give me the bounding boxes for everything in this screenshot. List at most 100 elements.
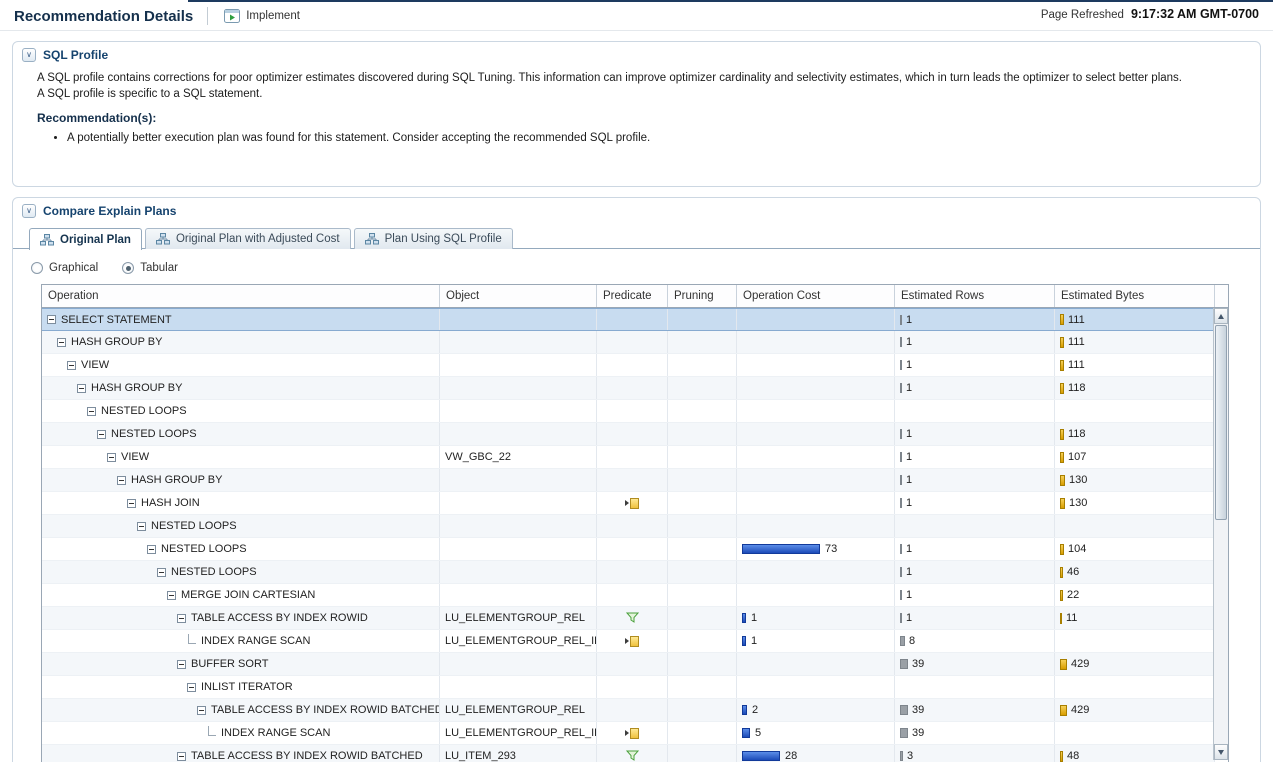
estimated-bytes-cell: 111 [1055,309,1215,330]
sql-profile-panel: SQL Profile A SQL profile contains corre… [12,41,1261,187]
scroll-track[interactable] [1214,324,1228,744]
operation-cell: VIEW [42,354,440,376]
plan-row[interactable]: TABLE ACCESS BY INDEX ROWIDLU_ELEMENTGRO… [42,607,1215,630]
collapse-sql-profile-icon[interactable] [22,48,36,62]
predicate-cell [597,630,668,652]
cost-value: 73 [825,543,837,555]
operation-cost-cell [737,309,895,330]
page-header: Recommendation Details Implement Page Re… [0,0,1273,31]
plan-row[interactable]: NESTED LOOPS731104 [42,538,1215,561]
collapse-node-icon[interactable] [167,591,176,600]
predicate-cell [597,515,668,537]
operation-label: HASH GROUP BY [91,382,183,394]
plan-row[interactable]: MERGE JOIN CARTESIAN122 [42,584,1215,607]
scroll-up-button[interactable] [1214,308,1228,324]
sql-profile-description-2: A SQL profile is specific to a SQL state… [37,87,1244,102]
object-cell [440,309,597,330]
collapse-node-icon[interactable] [177,614,186,623]
plan-row[interactable]: INDEX RANGE SCANLU_ELEMENTGROUP_REL_IDX1… [42,630,1215,653]
collapse-node-icon[interactable] [97,430,106,439]
collapse-node-icon[interactable] [57,338,66,347]
collapse-node-icon[interactable] [127,499,136,508]
predicate-filter-icon[interactable] [626,612,639,624]
predicate-note-icon[interactable] [625,498,639,509]
scroll-thumb[interactable] [1215,325,1227,520]
predicate-cell [597,653,668,675]
plan-row[interactable]: NESTED LOOPS1118 [42,423,1215,446]
rows-bar [900,659,908,669]
plan-icon [365,233,379,245]
collapse-node-icon[interactable] [87,407,96,416]
plan-row[interactable]: TABLE ACCESS BY INDEX ROWID BATCHEDLU_EL… [42,699,1215,722]
operation-cell: NESTED LOOPS [42,423,440,445]
implement-button[interactable]: Implement [220,7,304,25]
predicate-note-icon[interactable] [625,636,639,647]
object-cell [440,653,597,675]
plan-row[interactable]: VIEW1111 [42,354,1215,377]
estimated-rows-cell: 1 [895,607,1055,629]
view-option-tabular[interactable]: Tabular [122,262,178,274]
collapse-node-icon[interactable] [197,706,206,715]
radio-graphical[interactable] [31,262,43,274]
plan-row[interactable]: BUFFER SORT39429 [42,653,1215,676]
cost-value: 28 [785,750,797,762]
tab-original-plan[interactable]: Original Plan [29,228,142,250]
estimated-bytes-cell [1055,630,1215,652]
collapse-node-icon[interactable] [77,384,86,393]
bytes-bar [1060,475,1065,486]
object-label: LU_ELEMENTGROUP_REL_IDX1 [445,635,597,647]
collapse-node-icon[interactable] [137,522,146,531]
vertical-scrollbar[interactable] [1213,308,1228,760]
collapse-node-icon[interactable] [147,545,156,554]
collapse-node-icon[interactable] [187,683,196,692]
column-header-pruning: Pruning [668,285,737,307]
pruning-cell [668,745,737,762]
plan-row[interactable]: INLIST ITERATOR [42,676,1215,699]
collapse-node-icon[interactable] [107,453,116,462]
plan-row[interactable]: NESTED LOOPS146 [42,561,1215,584]
collapse-node-icon[interactable] [177,752,186,761]
plan-row[interactable]: HASH GROUP BY1111 [42,331,1215,354]
object-cell [440,377,597,399]
collapse-node-icon[interactable] [117,476,126,485]
plan-row[interactable]: HASH JOIN1130 [42,492,1215,515]
predicate-filter-icon[interactable] [626,750,639,762]
radio-tabular[interactable] [122,262,134,274]
object-cell: LU_ITEM_293 [440,745,597,762]
plan-table-body: SELECT STATEMENT1111HASH GROUP BY1111VIE… [42,308,1215,762]
rows-value: 1 [906,314,912,326]
bytes-value: 118 [1068,382,1086,394]
plan-row[interactable]: HASH GROUP BY1130 [42,469,1215,492]
tab-plan-using-sql-profile[interactable]: Plan Using SQL Profile [354,228,513,249]
collapse-compare-plans-icon[interactable] [22,204,36,218]
bytes-bar [1060,337,1064,348]
plan-row[interactable]: NESTED LOOPS [42,515,1215,538]
object-cell [440,676,597,698]
recommendation-list: A potentially better execution plan was … [67,131,1244,146]
operation-label: SELECT STATEMENT [61,314,172,326]
estimated-bytes-cell [1055,515,1215,537]
pruning-cell [668,653,737,675]
plan-row[interactable]: HASH GROUP BY1118 [42,377,1215,400]
rows-bar [900,452,902,462]
bytes-bar [1060,659,1067,670]
collapse-node-icon[interactable] [67,361,76,370]
pruning-cell [668,607,737,629]
bytes-value: 46 [1067,566,1079,578]
plan-row[interactable]: VIEWVW_GBC_221107 [42,446,1215,469]
scroll-down-button[interactable] [1214,744,1228,760]
collapse-node-icon[interactable] [177,660,186,669]
pruning-cell [668,630,737,652]
collapse-node-icon[interactable] [157,568,166,577]
view-option-graphical[interactable]: Graphical [31,262,98,274]
tab-original-plan-with-adjusted-cost[interactable]: Original Plan with Adjusted Cost [145,228,351,249]
collapse-node-icon[interactable] [47,315,56,324]
plan-row[interactable]: SELECT STATEMENT1111 [42,308,1215,331]
tab-label: Original Plan with Adjusted Cost [176,233,340,245]
plan-row[interactable]: NESTED LOOPS [42,400,1215,423]
object-cell [440,584,597,606]
rows-bar [900,315,902,325]
plan-row[interactable]: TABLE ACCESS BY INDEX ROWID BATCHEDLU_IT… [42,745,1215,762]
plan-row[interactable]: INDEX RANGE SCANLU_ELEMENTGROUP_REL_IDX1… [42,722,1215,745]
predicate-note-icon[interactable] [625,728,639,739]
